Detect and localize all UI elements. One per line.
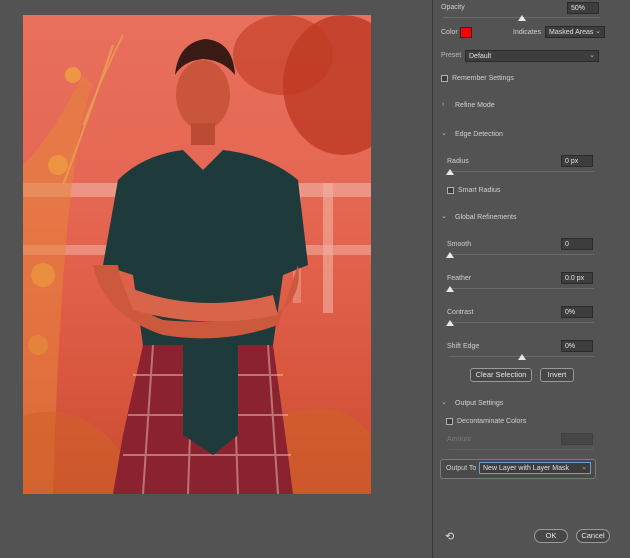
contrast-label: Contrast xyxy=(447,309,474,316)
remember-settings-label: Remember Settings xyxy=(452,75,514,82)
shift-edge-input[interactable]: 0% xyxy=(561,340,593,352)
decontaminate-colors-checkbox[interactable] xyxy=(446,418,453,425)
refine-mode-section-title[interactable]: Refine Mode xyxy=(455,102,495,109)
chevron-down-icon: ⌄ xyxy=(589,52,595,59)
smooth-slider-track[interactable] xyxy=(449,254,594,255)
output-to-select[interactable]: New Layer with Layer Mask ⌄ xyxy=(479,462,591,474)
indicates-label: Indicates xyxy=(513,29,542,36)
radius-slider-track[interactable] xyxy=(449,171,594,172)
radius-label: Radius xyxy=(447,158,469,165)
canvas-area[interactable] xyxy=(0,0,432,558)
chevron-down-icon[interactable]: ⌄ xyxy=(441,398,447,406)
photo-illustration xyxy=(23,15,371,494)
feather-input[interactable]: 0.0 px xyxy=(561,272,593,284)
cancel-button[interactable]: Cancel xyxy=(576,529,610,543)
shift-edge-label: Shift Edge xyxy=(447,343,480,350)
smooth-input[interactable]: 0 xyxy=(561,238,593,250)
masked-photo[interactable] xyxy=(23,15,371,494)
output-settings-section-title[interactable]: Output Settings xyxy=(455,400,503,407)
amount-label: Amount xyxy=(447,436,472,443)
chevron-down-icon: ⌄ xyxy=(581,464,587,471)
output-to-label: Output To xyxy=(446,465,477,472)
global-refinements-section-title[interactable]: Global Refinements xyxy=(455,214,516,221)
amount-slider-track xyxy=(449,449,594,450)
smart-radius-checkbox[interactable] xyxy=(447,187,454,194)
smart-radius-label: Smart Radius xyxy=(458,187,501,194)
contrast-slider-thumb[interactable] xyxy=(446,320,454,326)
chevron-down-icon[interactable]: ⌄ xyxy=(441,212,447,220)
feather-slider-track[interactable] xyxy=(449,288,594,289)
radius-slider-thumb[interactable] xyxy=(446,169,454,175)
decontaminate-colors-label: Decontaminate Colors xyxy=(457,418,527,425)
indicates-value: Masked Areas xyxy=(549,29,594,36)
radius-input[interactable]: 0 px xyxy=(561,155,593,167)
ok-button[interactable]: OK xyxy=(534,529,568,543)
smooth-slider-thumb[interactable] xyxy=(446,252,454,258)
output-to-value: New Layer with Layer Mask xyxy=(483,465,569,472)
color-label: Color xyxy=(441,29,458,36)
preset-value: Default xyxy=(469,53,492,60)
chevron-down-icon: ⌄ xyxy=(595,28,601,35)
preset-select[interactable]: Default ⌄ xyxy=(465,50,599,62)
opacity-slider-thumb[interactable] xyxy=(517,15,526,21)
remember-settings-checkbox[interactable] xyxy=(441,75,448,82)
feather-label: Feather xyxy=(447,275,472,282)
opacity-input[interactable]: 50% xyxy=(567,2,599,14)
contrast-input[interactable]: 0% xyxy=(561,306,593,318)
feather-slider-thumb[interactable] xyxy=(446,286,454,292)
chevron-down-icon[interactable]: ⌄ xyxy=(441,129,447,137)
reset-icon[interactable]: ⟲ xyxy=(445,530,454,543)
edge-detection-section-title[interactable]: Edge Detection xyxy=(455,131,503,138)
chevron-right-icon[interactable]: › xyxy=(442,101,444,108)
invert-button[interactable]: Invert xyxy=(540,368,574,382)
amount-input xyxy=(561,433,593,445)
shift-edge-slider-thumb[interactable] xyxy=(518,354,526,360)
contrast-slider-track[interactable] xyxy=(449,322,594,323)
clear-selection-button[interactable]: Clear Selection xyxy=(470,368,532,382)
smooth-label: Smooth xyxy=(447,241,472,248)
indicates-select[interactable]: Masked Areas ⌄ xyxy=(545,26,605,38)
opacity-label: Opacity xyxy=(441,4,465,11)
preset-label: Preset xyxy=(441,52,462,59)
select-and-mask-properties-panel: Opacity 50% Color Indicates Masked Areas… xyxy=(432,0,630,558)
overlay-color-swatch[interactable] xyxy=(460,27,472,38)
